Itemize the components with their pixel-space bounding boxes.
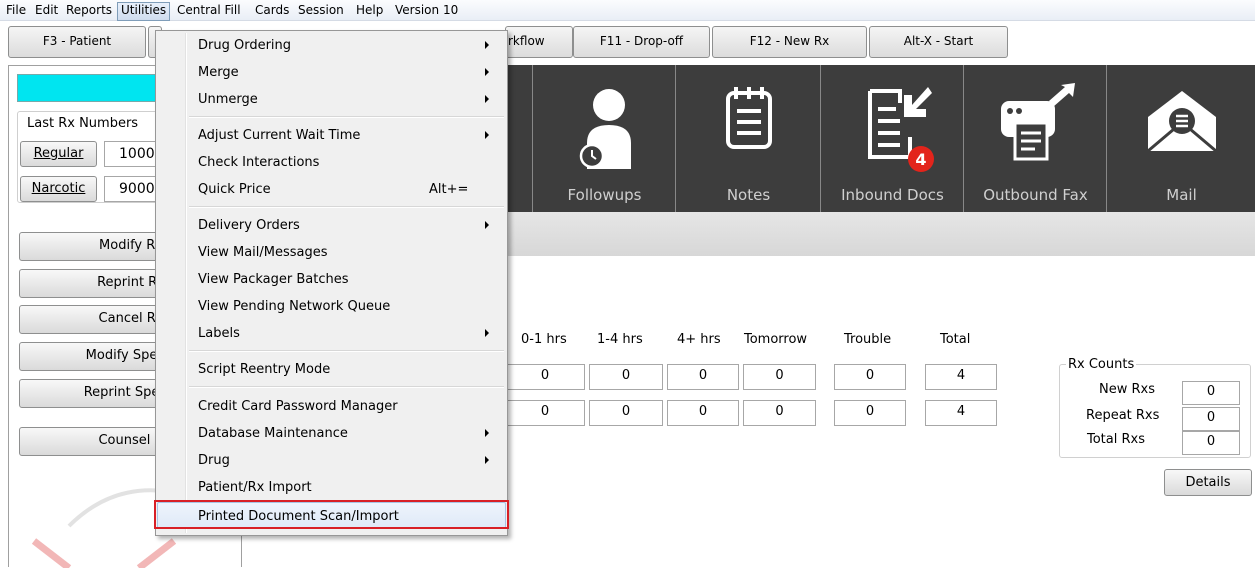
- menu-item-printed-document-scan-import[interactable]: Printed Document Scan/Import: [154, 500, 509, 529]
- last-rx-label: Last Rx Numbers: [25, 116, 141, 131]
- mail-icon: [1146, 91, 1217, 153]
- tile-followups[interactable]: Followups: [532, 65, 676, 212]
- menu-item-drug[interactable]: Drug: [157, 447, 506, 474]
- menu-item-labels[interactable]: Labels: [157, 320, 506, 347]
- menu-item-merge[interactable]: Merge: [157, 59, 506, 86]
- submenu-arrow-icon: [485, 131, 489, 139]
- quick-price-shortcut: Alt+=: [429, 182, 469, 197]
- menu-item-view-packager-batches[interactable]: View Packager Batches: [157, 266, 506, 293]
- tile-outbound-fax-label: Outbound Fax: [983, 186, 1088, 204]
- submenu-arrow-icon: [485, 221, 489, 229]
- wait-header-tomorrow: Tomorrow: [744, 332, 808, 347]
- tile-mail[interactable]: Mail: [1106, 65, 1255, 212]
- wait-cell: 0: [505, 364, 585, 390]
- submenu-arrow-icon: [485, 41, 489, 49]
- start-button[interactable]: Alt-X - Start: [869, 26, 1008, 58]
- submenu-arrow-icon: [485, 456, 489, 464]
- menu-central-fill[interactable]: Central Fill: [174, 2, 244, 19]
- highlight-annotation-box: [154, 500, 509, 529]
- menu-item-delivery-orders[interactable]: Delivery Orders: [157, 212, 506, 239]
- notes-icon: [725, 87, 772, 149]
- wait-cell: 0: [667, 400, 739, 426]
- total-rxs-value: 0: [1182, 431, 1240, 455]
- utilities-dropdown-menu: Drug Ordering Merge Unmerge Adjust Curre…: [154, 30, 509, 536]
- tile-outbound-fax[interactable]: Outbound Fax: [963, 65, 1107, 212]
- wait-cell: 4: [925, 364, 997, 390]
- submenu-arrow-icon: [485, 429, 489, 437]
- menu-item-adjust-wait-time[interactable]: Adjust Current Wait Time: [157, 122, 506, 149]
- new-rx-button[interactable]: F12 - New Rx: [712, 26, 867, 58]
- patient-search-bar[interactable]: [17, 74, 167, 102]
- rx-counts-title: Rx Counts: [1066, 357, 1137, 372]
- menu-item-script-reentry-mode[interactable]: Script Reentry Mode: [157, 356, 506, 383]
- inbound-docs-badge: 4: [915, 150, 926, 169]
- tile-inbound-docs[interactable]: 4 Inbound Docs: [820, 65, 964, 212]
- wait-cell: 0: [589, 364, 663, 390]
- submenu-arrow-icon: [485, 68, 489, 76]
- inbound-docs-icon: 4: [867, 87, 934, 172]
- wait-cell: 0: [743, 364, 816, 390]
- tile-mail-label: Mail: [1166, 186, 1197, 204]
- submenu-arrow-icon: [485, 329, 489, 337]
- menu-file[interactable]: File: [3, 2, 29, 19]
- menu-item-drug-ordering[interactable]: Drug Ordering: [157, 32, 506, 59]
- repeat-rxs-value: 0: [1182, 407, 1240, 431]
- wait-cell: 0: [667, 364, 739, 390]
- total-rxs-label: Total Rxs: [1087, 432, 1145, 447]
- wait-header-trouble: Trouble: [844, 332, 892, 347]
- wait-cell: 0: [589, 400, 663, 426]
- repeat-rxs-label: Repeat Rxs: [1086, 408, 1160, 423]
- menu-reports[interactable]: Reports: [63, 2, 115, 19]
- menu-session[interactable]: Session: [295, 2, 347, 19]
- wait-cell: 4: [925, 400, 997, 426]
- narcotic-button[interactable]: Narcotic: [20, 176, 97, 202]
- menu-version: Version 10: [395, 3, 459, 17]
- drop-off-button[interactable]: F11 - Drop-off: [573, 26, 710, 58]
- new-rxs-label: New Rxs: [1099, 382, 1155, 397]
- wait-header-1-4: 1-4 hrs: [597, 332, 643, 347]
- tile-notes-label: Notes: [726, 186, 771, 204]
- menu-item-credit-card-password-manager[interactable]: Credit Card Password Manager: [157, 393, 506, 420]
- menu-help[interactable]: Help: [353, 2, 386, 19]
- wait-cell: 0: [743, 400, 816, 426]
- menu-item-database-maintenance[interactable]: Database Maintenance: [157, 420, 506, 447]
- menu-bar: File Edit Reports Utilities Central Fill…: [0, 0, 1255, 21]
- menu-utilities[interactable]: Utilities: [117, 2, 171, 21]
- wait-cell: 0: [834, 400, 906, 426]
- submenu-arrow-icon: [485, 95, 489, 103]
- menu-item-view-pending-network-queue[interactable]: View Pending Network Queue: [157, 293, 506, 320]
- outbound-fax-icon: [1000, 83, 1075, 161]
- wait-cell: 0: [505, 400, 585, 426]
- followups-icon: [579, 89, 631, 169]
- details-button[interactable]: Details: [1164, 469, 1252, 496]
- menu-cards[interactable]: Cards: [252, 2, 292, 19]
- tile-inbound-docs-label: Inbound Docs: [841, 186, 944, 204]
- patient-button[interactable]: F3 - Patient: [8, 26, 146, 58]
- menu-item-patient-rx-import[interactable]: Patient/Rx Import: [157, 474, 506, 501]
- menu-item-check-interactions[interactable]: Check Interactions: [157, 149, 506, 176]
- menu-item-quick-price[interactable]: Quick Price Alt+=: [157, 176, 506, 203]
- menu-edit[interactable]: Edit: [32, 2, 61, 19]
- tile-followups-label: Followups: [567, 186, 642, 204]
- wait-header-0-1: 0-1 hrs: [521, 332, 567, 347]
- regular-button[interactable]: Regular: [20, 141, 97, 167]
- menu-item-view-mail[interactable]: View Mail/Messages: [157, 239, 506, 266]
- workflow-button[interactable]: rkflow: [505, 26, 573, 58]
- wait-header-total: Total: [940, 332, 971, 347]
- menu-item-unmerge[interactable]: Unmerge: [157, 86, 506, 113]
- wait-cell: 0: [834, 364, 906, 390]
- new-rxs-value: 0: [1182, 381, 1240, 405]
- wait-header-4plus: 4+ hrs: [677, 332, 721, 347]
- tile-notes[interactable]: Notes: [675, 65, 821, 212]
